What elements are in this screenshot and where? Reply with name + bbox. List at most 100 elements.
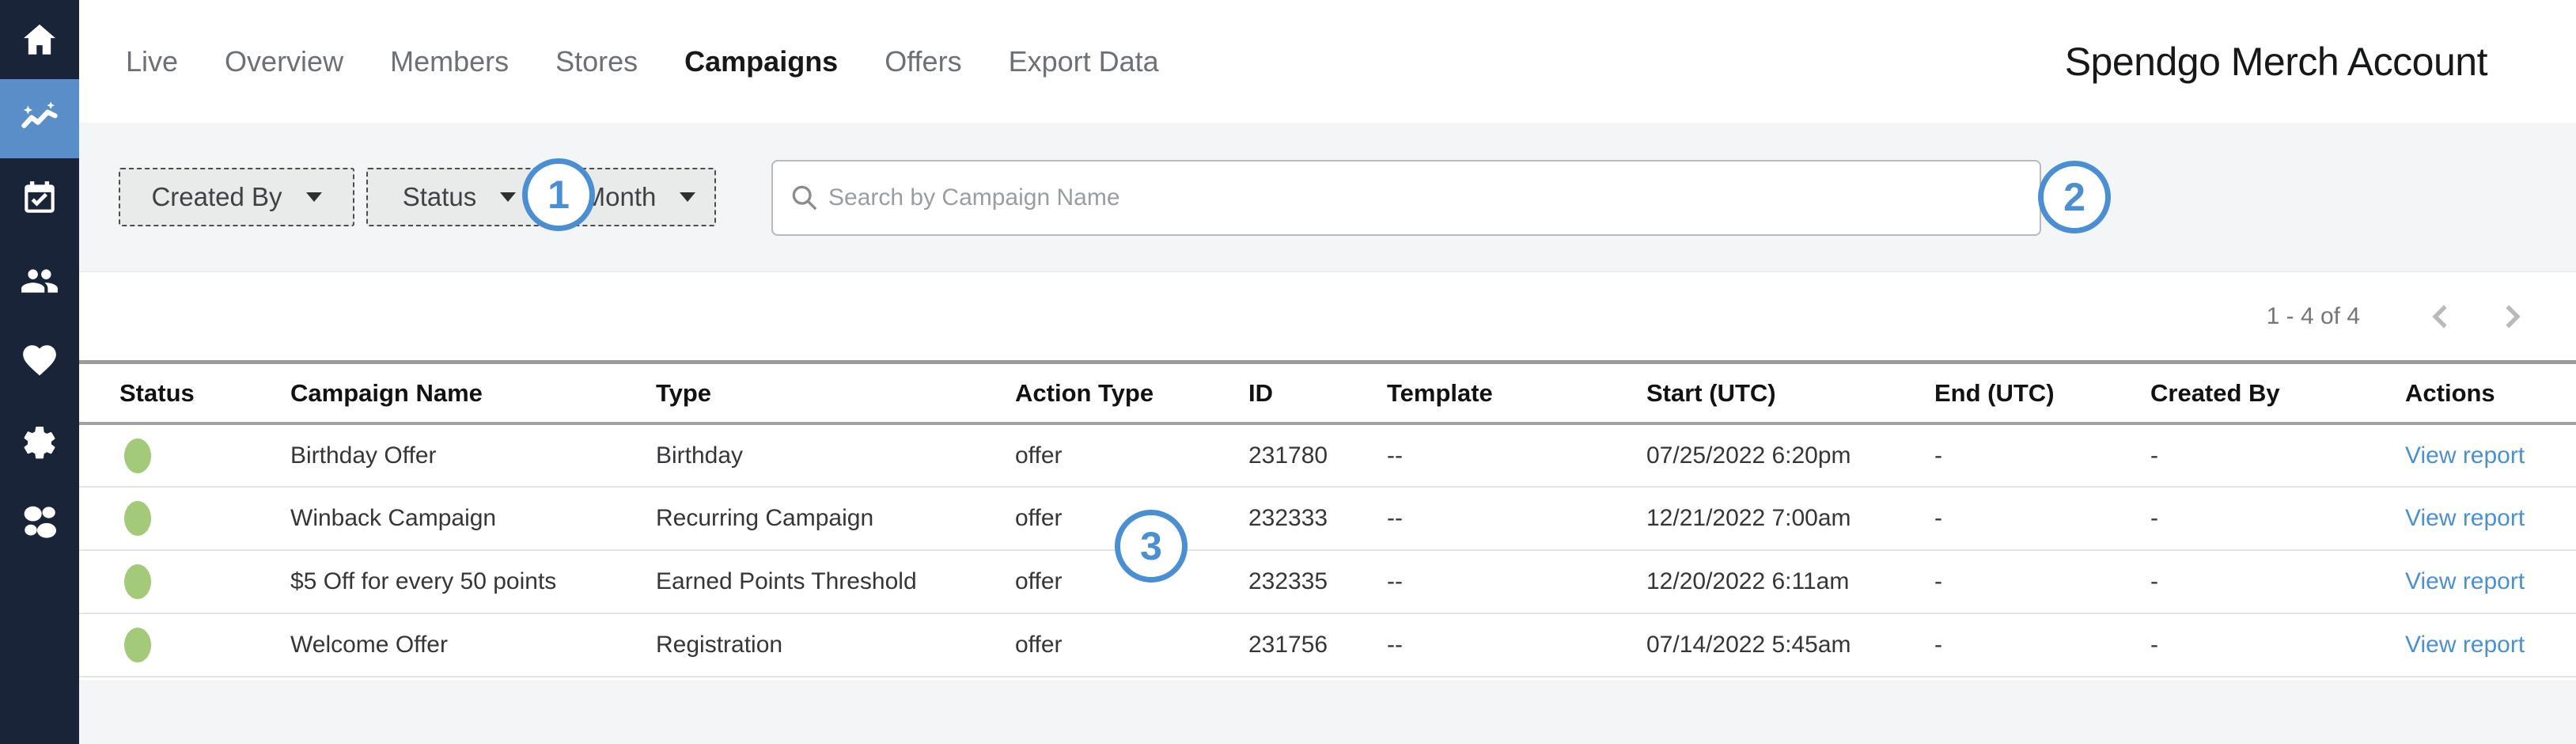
- cell-start-utc: 12/20/2022 6:11am: [1646, 550, 1934, 613]
- chevron-left-icon: [2426, 302, 2457, 332]
- cell-campaign-name: Welcome Offer: [290, 613, 656, 677]
- account-title: Spendgo Merch Account: [2065, 0, 2487, 123]
- nav-item-overview[interactable]: Overview: [225, 45, 343, 78]
- cell-end-utc: -: [1934, 550, 2150, 613]
- cell-status: [79, 487, 290, 550]
- column-header-created-by: Created By: [2150, 364, 2405, 423]
- cell-campaign-name: $5 Off for every 50 points: [290, 550, 656, 613]
- table-row: Birthday OfferBirthdayoffer231780--07/25…: [79, 423, 2576, 487]
- bottom-spacer: [79, 680, 2576, 744]
- cell-start-utc: 07/25/2022 6:20pm: [1646, 423, 1934, 487]
- sidebar-item-calendar-check[interactable]: [0, 158, 79, 237]
- column-header-type: Type: [656, 364, 1015, 423]
- annotation-circle-3: 3: [1115, 510, 1188, 583]
- dropdown-label: Status: [403, 182, 477, 212]
- view-report-link[interactable]: View report: [2405, 568, 2525, 594]
- annotation-circle-1: 1: [522, 158, 595, 231]
- sidebar-item-shapes[interactable]: [0, 483, 79, 562]
- cell-actions: View report: [2405, 550, 2576, 613]
- cell-id: 231756: [1248, 613, 1387, 677]
- cell-template: --: [1387, 487, 1646, 550]
- top-header: Live Overview Members Stores Campaigns Offers…: [79, 0, 2576, 123]
- annotation-circle-2: 2: [2038, 161, 2111, 233]
- sidebar-item-home[interactable]: [0, 0, 79, 79]
- pagination-next-button[interactable]: [2496, 302, 2526, 332]
- shapes-icon: [20, 503, 59, 542]
- column-header-start-utc: Start (UTC): [1646, 364, 1934, 423]
- pagination-bar: 1 - 4 of 4: [79, 271, 2576, 360]
- cell-action-type: offer: [1015, 423, 1248, 487]
- dropdown-label: Created By: [151, 182, 282, 212]
- sidebar-item-gear[interactable]: [0, 404, 79, 483]
- status-dot-active: [124, 564, 151, 599]
- calendar-check-icon: [20, 178, 59, 218]
- trending-icon: [20, 99, 59, 139]
- gear-icon: [20, 423, 59, 463]
- nav-item-live[interactable]: Live: [126, 45, 178, 78]
- chevron-right-icon: [2496, 302, 2526, 332]
- status-dot-active: [124, 438, 151, 473]
- column-header-action-type: Action Type: [1015, 364, 1248, 423]
- cell-type: Recurring Campaign: [656, 487, 1015, 550]
- cell-template: --: [1387, 423, 1646, 487]
- cell-type: Registration: [656, 613, 1015, 677]
- cell-start-utc: 07/14/2022 5:45am: [1646, 613, 1934, 677]
- search-icon: [789, 182, 820, 214]
- cell-status: [79, 423, 290, 487]
- view-report-link[interactable]: View report: [2405, 442, 2525, 469]
- cell-type: Birthday: [656, 423, 1015, 487]
- cell-action-type: offer: [1015, 613, 1248, 677]
- cell-actions: View report: [2405, 423, 2576, 487]
- view-report-link[interactable]: View report: [2405, 505, 2525, 531]
- nav-item-members[interactable]: Members: [390, 45, 509, 78]
- created-by-filter-dropdown[interactable]: Created By: [119, 168, 354, 226]
- table-row: $5 Off for every 50 pointsEarned Points …: [79, 550, 2576, 613]
- sidebar: [0, 0, 79, 744]
- cell-id: 232333: [1248, 487, 1387, 550]
- table-row: Welcome OfferRegistrationoffer231756--07…: [79, 613, 2576, 677]
- primary-nav: Live Overview Members Stores Campaigns Offers…: [126, 0, 1159, 123]
- cell-start-utc: 12/21/2022 7:00am: [1646, 487, 1934, 550]
- status-dot-active: [124, 628, 151, 662]
- cell-actions: View report: [2405, 487, 2576, 550]
- campaigns-table: StatusCampaign NameTypeAction TypeIDTemp…: [79, 360, 2576, 678]
- column-header-status: Status: [79, 364, 290, 423]
- pagination-range: 1 - 4 of 4: [2267, 303, 2360, 330]
- cell-created-by: -: [2150, 613, 2405, 677]
- cell-created-by: -: [2150, 487, 2405, 550]
- main-content: Live Overview Members Stores Campaigns Offers…: [79, 0, 2576, 744]
- filter-bar: Created ByStatusMonth: [79, 123, 2576, 271]
- table-row: Winback CampaignRecurring Campaignoffer2…: [79, 487, 2576, 550]
- column-header-end-utc: End (UTC): [1934, 364, 2150, 423]
- cell-end-utc: -: [1934, 423, 2150, 487]
- cell-created-by: -: [2150, 423, 2405, 487]
- nav-item-offers[interactable]: Offers: [885, 45, 961, 78]
- search-box[interactable]: [771, 160, 2041, 236]
- cell-type: Earned Points Threshold: [656, 550, 1015, 613]
- column-header-template: Template: [1387, 364, 1646, 423]
- sidebar-item-people[interactable]: [0, 241, 79, 321]
- nav-item-export-data[interactable]: Export Data: [1009, 45, 1159, 78]
- status-dot-active: [124, 501, 151, 536]
- sidebar-item-heart[interactable]: [0, 321, 79, 400]
- cell-status: [79, 550, 290, 613]
- cell-template: --: [1387, 550, 1646, 613]
- nav-item-stores[interactable]: Stores: [555, 45, 638, 78]
- caret-down-icon: [680, 192, 695, 202]
- table-header-row: StatusCampaign NameTypeAction TypeIDTemp…: [79, 364, 2576, 423]
- cell-campaign-name: Birthday Offer: [290, 423, 656, 487]
- caret-down-icon: [500, 192, 516, 202]
- home-icon: [20, 20, 59, 59]
- view-report-link[interactable]: View report: [2405, 632, 2525, 658]
- cell-template: --: [1387, 613, 1646, 677]
- cell-campaign-name: Winback Campaign: [290, 487, 656, 550]
- search-input[interactable]: [828, 184, 2024, 211]
- pagination-prev-button[interactable]: [2426, 302, 2457, 332]
- people-icon: [20, 261, 59, 301]
- cell-id: 232335: [1248, 550, 1387, 613]
- cell-created-by: -: [2150, 550, 2405, 613]
- column-header-id: ID: [1248, 364, 1387, 423]
- nav-item-campaigns[interactable]: Campaigns: [684, 45, 838, 78]
- caret-down-icon: [306, 192, 322, 202]
- sidebar-item-trending[interactable]: [0, 79, 79, 158]
